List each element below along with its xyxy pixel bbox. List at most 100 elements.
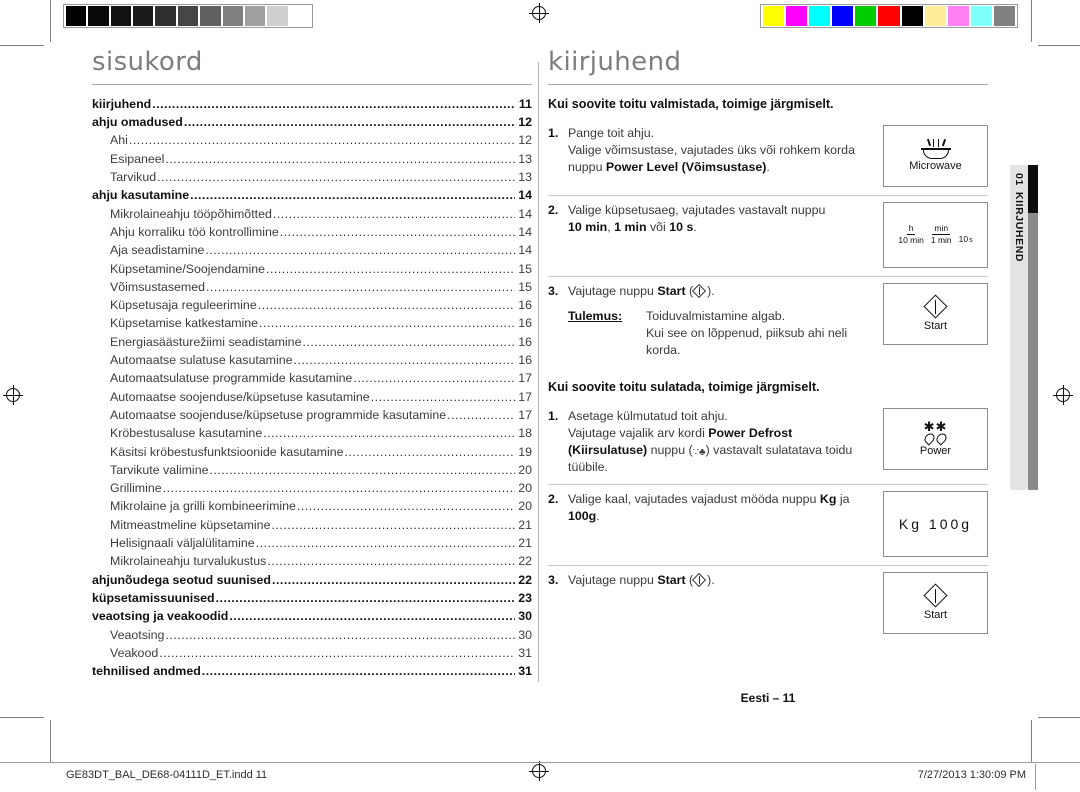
toc-entry[interactable]: Automaatse soojenduse/küpsetuse programm…: [92, 406, 532, 424]
microwave-button-graphic[interactable]: Microwave: [883, 124, 988, 187]
toc-entry-label: Käsitsi kröbestusfunktsioonide kasutamin…: [110, 444, 344, 459]
toc-entry[interactable]: Tarvikud................................…: [92, 168, 532, 186]
toc-entry-page: 14: [518, 188, 532, 203]
toc-entry-label: Veaotsing: [110, 627, 165, 642]
toc-entry[interactable]: Küpsetusaja reguleerimine...............…: [92, 296, 532, 314]
toc-leader-dots: ........................................…: [447, 407, 515, 422]
power-button-label: Power: [919, 444, 952, 457]
chapter-tab-text: 01 KIIRJUHEND: [1010, 165, 1028, 490]
key-1min[interactable]: min 1 min: [931, 224, 952, 245]
toc-entry[interactable]: Veakood.................................…: [92, 644, 532, 662]
toc-leader-dots: ........................................…: [271, 517, 515, 532]
color-swatch: [970, 6, 992, 26]
crop-mark-top-left-horizontal: [0, 45, 44, 46]
toc-entry-label: Automaatse soojenduse/küpsetuse kasutami…: [110, 389, 370, 404]
step-line-1: Valige kaal, vajutades vajadust mööda nu…: [568, 491, 820, 506]
toc-entry[interactable]: Esipaneel...............................…: [92, 150, 532, 168]
gray-swatch: [244, 6, 266, 26]
toc-entry[interactable]: Automaatse sulatuse kasutamine..........…: [92, 351, 532, 369]
kg-100g-button-graphic[interactable]: Kg 100g: [883, 490, 988, 557]
toc-entry[interactable]: Automaatsulatuse programmide kasutamine.…: [92, 369, 532, 387]
toc-entry[interactable]: Aja seadistamine........................…: [92, 241, 532, 259]
toc-entry[interactable]: Mikrolaineahju turvalukustus............…: [92, 552, 532, 570]
toc-leader-dots: ........................................…: [293, 353, 515, 368]
toc-entry[interactable]: tehnilised andmed.......................…: [92, 662, 532, 680]
slug-rule: [0, 762, 1080, 763]
one-min-button-name: 1 min: [614, 219, 647, 234]
kg-key-label: Kg: [898, 516, 923, 533]
color-swatch: [763, 6, 785, 26]
toc-entry[interactable]: Energiasäästurežiimi seadistamine.......…: [92, 333, 532, 351]
toc-entry[interactable]: ahju omadused...........................…: [92, 113, 532, 131]
toc-entry[interactable]: Küpsetamine/Soojendamine................…: [92, 260, 532, 278]
toc-entry-page: 20: [518, 481, 532, 496]
toc-entry[interactable]: Veaotsing...............................…: [92, 626, 532, 644]
toc-leader-dots: ........................................…: [344, 444, 515, 459]
toc-entry-label: Ahi: [110, 133, 128, 148]
sep-2: või: [646, 219, 670, 234]
toc-entry[interactable]: Kröbestusaluse kasutamine...............…: [92, 424, 532, 442]
toc-leader-dots: ........................................…: [201, 664, 515, 679]
quick-guide-cooking-section: Kui soovite toitu valmistada, toimige jä…: [548, 96, 988, 367]
toc-entry-label: Mikrolaineahju turvalukustus: [110, 554, 267, 569]
start-button-graphic[interactable]: Start: [883, 282, 988, 345]
toc-entry[interactable]: Grillimine..............................…: [92, 479, 532, 497]
toc-leader-dots: ........................................…: [267, 554, 515, 569]
toc-entry-page: 20: [518, 499, 532, 514]
cooking-step-2: 2. Valige küpsetusaeg, vajutades vastava…: [548, 194, 988, 276]
step-text: Asetage külmutatud toit ahju. Vajutage v…: [568, 408, 883, 476]
gray-swatch: [289, 6, 310, 26]
key-1min-top: min: [932, 223, 951, 236]
toc-entry-page: 31: [518, 645, 532, 660]
toc-entry-page: 31: [518, 664, 532, 679]
toc-entry-page: 16: [518, 316, 532, 331]
toc-entry-page: 30: [518, 609, 532, 624]
toc-entry-label: ahju omadused: [92, 115, 183, 130]
step-text: Valige küpsetusaeg, vajutades vastavalt …: [568, 202, 883, 236]
toc-entry[interactable]: küpsetamissuunised......................…: [92, 589, 532, 607]
toc-entry[interactable]: Küpsetamise katkestamine................…: [92, 314, 532, 332]
toc-leader-dots: ........................................…: [206, 279, 515, 294]
toc-entry[interactable]: Mitmeastmeline küpsetamine..............…: [92, 516, 532, 534]
step-artwork: h 10 min min 1 min 10 s: [883, 201, 988, 268]
key-10s[interactable]: 10 s: [959, 235, 973, 245]
toc-leader-dots: ........................................…: [272, 572, 515, 587]
toc-entry[interactable]: veaotsing ja veakoodid..................…: [92, 607, 532, 625]
step-number: 2.: [548, 491, 559, 506]
result-line-1: Toiduvalmistamine algab.: [646, 308, 786, 323]
result-text: Toiduvalmistamine algab. Kui see on lõpp…: [646, 308, 875, 359]
toc-entry-label: Tarvikud: [110, 170, 157, 185]
step-text: Vajutage nuppu Start (). Tulemus: Toiduv…: [568, 283, 883, 359]
toc-entry-page: 23: [518, 590, 532, 605]
step-artwork: Start: [883, 282, 988, 345]
step-line-1b: ja: [836, 491, 850, 506]
toc-entry-page: 13: [518, 151, 532, 166]
toc-entry[interactable]: Mikrolaine ja grilli kombineerimine.....…: [92, 497, 532, 515]
toc-leader-dots: ........................................…: [165, 627, 515, 642]
toc-entry-page: 19: [518, 444, 532, 459]
color-swatch: [947, 6, 969, 26]
gray-swatch: [155, 6, 176, 26]
toc-entry[interactable]: Võimsustasemed..........................…: [92, 278, 532, 296]
toc-entry[interactable]: Automaatse soojenduse/küpsetuse kasutami…: [92, 388, 532, 406]
toc-entry-label: ahjunõudega seotud suunised: [92, 572, 271, 587]
start-button-graphic[interactable]: Start: [883, 571, 988, 634]
power-level-button-name: Power Level (Võimsustase): [605, 159, 767, 174]
defrost-step-3: 3. Vajutage nuppu Start (). Start: [548, 564, 988, 642]
power-defrost-button-graphic[interactable]: ✱✱ Power: [883, 407, 988, 470]
step-result: Tulemus: Toiduvalmistamine algab. Kui se…: [568, 308, 875, 359]
toc-entry[interactable]: Helisignaali väljalülitamine............…: [92, 534, 532, 552]
toc-entry[interactable]: kiirjuhend..............................…: [92, 95, 532, 113]
toc-entry[interactable]: ahju kasutamine.........................…: [92, 186, 532, 204]
time-keys-graphic[interactable]: h 10 min min 1 min 10 s: [883, 201, 988, 268]
toc-leader-dots: ........................................…: [302, 334, 515, 349]
toc-leader-dots: ........................................…: [266, 261, 515, 276]
toc-entry[interactable]: Mikrolaineahju tööpõhimõtted............…: [92, 205, 532, 223]
toc-entry[interactable]: Ahju korraliku töö kontrollimine........…: [92, 223, 532, 241]
toc-entry[interactable]: ahjunõudega seotud suunised.............…: [92, 571, 532, 589]
step-line-1: Valige küpsetusaeg, vajutades vastavalt …: [568, 202, 826, 217]
toc-entry[interactable]: Tarvikute valimine......................…: [92, 461, 532, 479]
toc-entry[interactable]: Ahi.....................................…: [92, 131, 532, 149]
key-10min[interactable]: h 10 min: [898, 224, 924, 245]
toc-entry[interactable]: Käsitsi kröbestusfunktsioonide kasutamin…: [92, 443, 532, 461]
